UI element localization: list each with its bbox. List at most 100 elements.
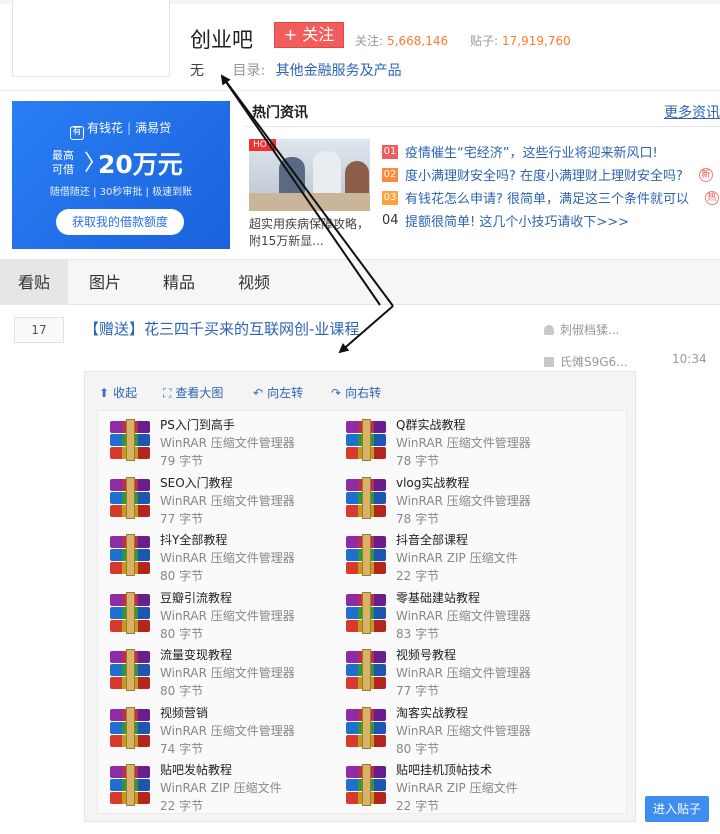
expand-icon: ⛶ [163,386,172,400]
loan-ad-banner[interactable]: 有有钱花 | 满易贷 最高可借 〉 20万元 随借随还 | 30秒审批 | 极速到账… [12,101,230,249]
winrar-file-icon [110,534,150,576]
hot-news-list: 01 疫情催生“宅经济”，这些行业将迎来新风口! 02 度小满理财安全吗? 在度… [382,140,720,232]
get-loan-button[interactable]: 获取我的借款额度 [56,209,184,235]
collapse-button[interactable]: ⬆ 收起 [99,384,137,401]
more-news-link[interactable]: 更多资讯 [664,102,720,122]
file-type: WinRAR 压缩文件管理器 [396,436,531,450]
file-name: 流量变现教程 [160,648,233,662]
file-size: 22 字节 [396,569,440,583]
winrar-file-icon [346,419,386,461]
file-list-screenshot[interactable]: PS入门到高手 WinRAR 压缩文件管理器 79 字节 Q群实战教程 WinRAR 压… [97,410,627,814]
news-link[interactable]: 疫情催生“宅经济”，这些行业将迎来新风口! [405,142,658,161]
winrar-file-icon [346,706,386,749]
file-name: PS入门到高手 [160,418,235,432]
directory-link[interactable]: 其他金融服务及产品 [276,63,402,79]
file-size: 22 字节 [160,799,204,813]
news-link[interactable]: 度小满理财安全吗? 在度小满理财上理财安全吗? [405,165,683,184]
file-name: 抖Y全部教程 [160,533,228,547]
rar-file-item: PS入门到高手 WinRAR 压缩文件管理器 79 字节 [98,413,348,471]
tab-posts[interactable]: 看贴 [0,260,68,305]
view-large-button[interactable]: ⛶ 查看大图 [163,384,223,401]
hot-news-image[interactable]: HOT [249,139,370,211]
file-name: 视频号教程 [396,648,457,662]
news-item[interactable]: 03 有钱花怎么申请? 很简单，满足这三个条件就可以 热 [382,186,720,209]
posts-label: 贴子: [469,34,498,48]
file-type: WinRAR 压缩文件管理器 [160,608,295,623]
news-item[interactable]: 02 度小满理财安全吗? 在度小满理财上理财安全吗? 新 [382,163,720,186]
ad-brand: 有有钱花 | 满易贷 [70,119,171,140]
file-type: WinRAR 压缩文件管理器 [396,723,531,738]
news-link[interactable]: 有钱花怎么申请? 很简单，满足这三个条件就可以 [405,188,689,207]
rotate-right-icon: ↷ [331,386,342,400]
news-rank: 03 [382,190,398,205]
desk-shape [249,193,370,211]
rar-file-item: Q群实战教程 WinRAR 压缩文件管理器 78 字节 [334,413,584,471]
file-name: 视频营销 [160,705,209,720]
tab-videos[interactable]: 视频 [223,260,285,305]
brand-logo-icon: 有 [70,126,84,140]
forum-subline: 无 目录: 其他金融服务及产品 [190,60,402,80]
thread-title-link[interactable]: 【赠送】花三四千买来的互联网创-业课程 [84,318,359,339]
file-type: WinRAR ZIP 压缩文件 [160,781,282,795]
news-item[interactable]: 01 疫情催生“宅经济”，这些行业将迎来新风口! [382,140,720,163]
file-type: WinRAR 压缩文件管理器 [160,493,295,508]
file-type: WinRAR 压缩文件管理器 [396,666,531,680]
thread-author[interactable]: 刺俶档猱... [544,321,619,338]
news-rank: 04 [382,212,399,228]
news-item[interactable]: 04 提额很简单! 这几个小技巧请收下>>> [382,209,720,232]
rar-file-item: 豆瓣引流教程 WinRAR 压缩文件管理器 80 字节 [98,586,348,644]
rar-file-item: 贴吧发帖教程 WinRAR ZIP 压缩文件 22 字节 [98,758,348,816]
file-type: WinRAR 压缩文件管理器 [160,723,295,738]
ad-brand-name: 有钱花 [87,121,124,135]
last-reply-name[interactable]: 氏傩S9G6... [560,355,628,369]
reply-count: 17 [14,317,64,343]
file-type: WinRAR 压缩文件管理器 [396,608,531,623]
ad-partner: 满易贷 [135,121,172,135]
posts-count: 17,919,760 [502,34,571,48]
forum-name: 创业吧 [190,28,253,52]
directory-label: 目录: [232,63,266,79]
collapse-label: 收起 [113,386,138,400]
rar-file-item: 抖音全部课程 WinRAR ZIP 压缩文件 22 字节 [334,528,584,586]
rar-file-item: 淘客实战教程 WinRAR 压缩文件管理器 80 字节 [334,701,584,759]
winrar-file-icon [346,591,386,634]
file-size: 77 字节 [160,511,204,526]
forum-avatar[interactable] [12,0,170,77]
file-size: 80 字节 [160,569,204,583]
tab-images[interactable]: 图片 [74,260,136,305]
last-reply-user[interactable]: 氏傩S9G6... [544,353,628,370]
file-name: vlog实战教程 [396,475,470,490]
file-size: 80 字节 [160,626,204,641]
enter-thread-button[interactable]: 进入贴子 [645,796,709,822]
hot-news-caption[interactable]: 超实用疾病保障攻略，附15万新显... [249,216,369,250]
hot-tag: 热 [705,190,720,205]
file-name: Q群实战教程 [396,418,466,432]
ad-brand-divider: | [127,121,132,135]
rotate-right-button[interactable]: ↷ 向右转 [331,384,381,401]
followers-label: 关注: [355,34,384,48]
forum-tab-bar: 看贴 图片 精品 视频 [0,259,720,305]
image-viewer: ⬆ 收起 ⛶ 查看大图 ↶ 向左转 ↷ 向右转 PS入门到高手 WinRAR 压缩文件管理… [84,371,636,822]
file-type: WinRAR 压缩文件管理器 [160,436,295,450]
file-type: WinRAR 压缩文件管理器 [160,551,295,565]
rar-file-item: vlog实战教程 WinRAR 压缩文件管理器 78 字节 [334,471,584,529]
file-type: WinRAR ZIP 压缩文件 [396,781,518,795]
file-size: 78 字节 [396,454,440,468]
file-size: 80 字节 [160,684,204,698]
last-reply-time: 10:34 [672,352,707,366]
winrar-file-icon [110,764,150,806]
user-icon [544,325,554,335]
file-size: 22 字节 [396,799,440,813]
news-rank: 01 [382,144,398,159]
author-name[interactable]: 刺俶档猱... [560,323,619,337]
rar-file-item: SEO入门教程 WinRAR 压缩文件管理器 77 字节 [98,471,348,529]
news-link[interactable]: 提额很简单! 这几个小技巧请收下>>> [405,211,629,230]
rotate-left-icon: ↶ [253,386,264,400]
forum-stats: 关注: 5,668,146 贴子: 17,919,760 [355,32,589,49]
follow-button[interactable]: + 关注 [274,22,344,48]
file-name: 抖音全部课程 [396,533,469,547]
comment-icon [544,357,554,367]
rotate-left-button[interactable]: ↶ 向左转 [253,384,303,401]
tab-featured[interactable]: 精品 [148,260,210,305]
file-size: 79 字节 [160,454,204,468]
